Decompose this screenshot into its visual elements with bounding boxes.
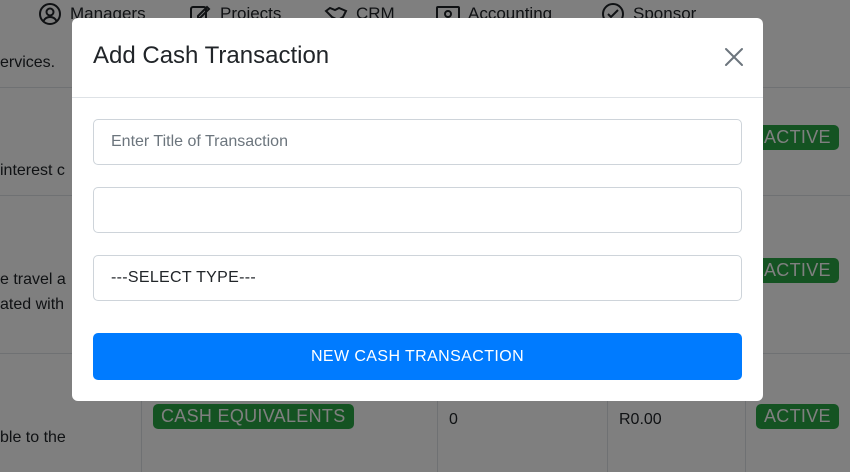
- new-cash-transaction-button[interactable]: NEW CASH TRANSACTION: [93, 333, 742, 380]
- add-cash-transaction-modal: Add Cash Transaction ---SELECT TYPE--- N…: [72, 18, 763, 401]
- close-icon: [725, 48, 743, 66]
- modal-title: Add Cash Transaction: [93, 42, 330, 69]
- transaction-type-select[interactable]: ---SELECT TYPE---: [93, 255, 742, 301]
- modal-header: Add Cash Transaction: [72, 18, 763, 98]
- select-value: ---SELECT TYPE---: [111, 269, 256, 286]
- transaction-title-input[interactable]: [93, 119, 742, 165]
- close-button[interactable]: [721, 44, 747, 70]
- transaction-amount-input[interactable]: [93, 187, 742, 233]
